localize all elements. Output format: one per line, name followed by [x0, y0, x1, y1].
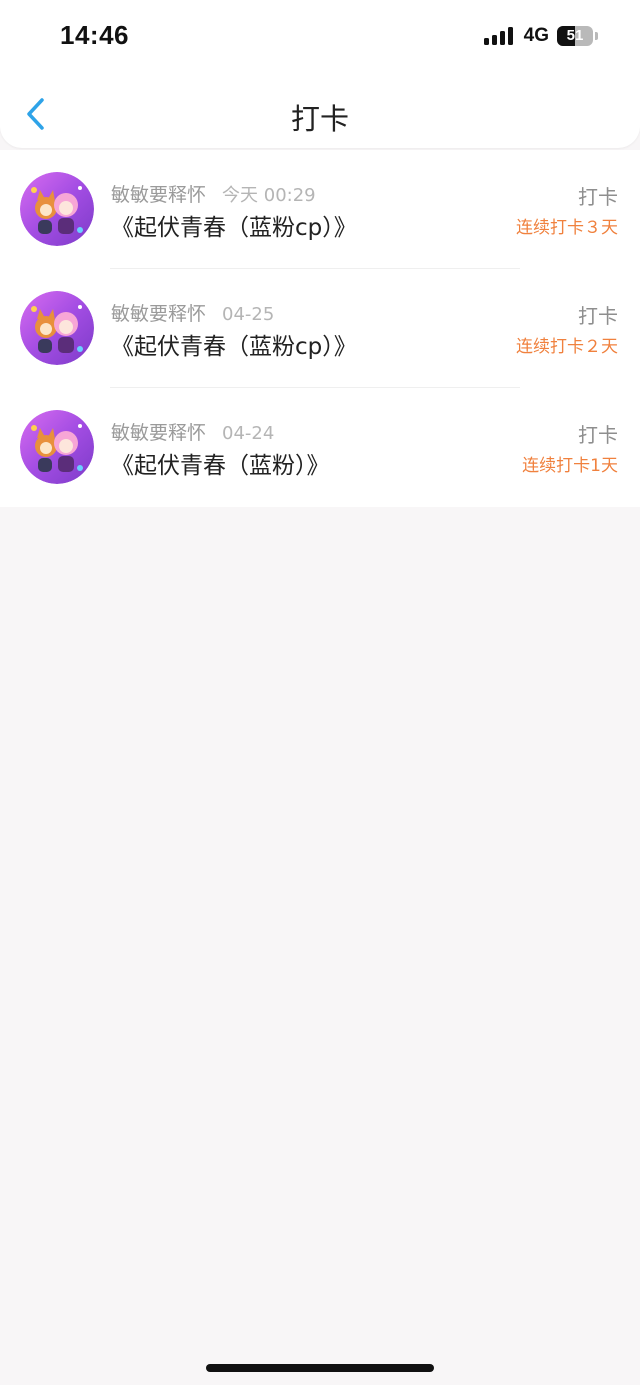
- avatar[interactable]: [20, 291, 94, 365]
- status-time: 14:46: [60, 20, 129, 50]
- status-indicators: 4G 51: [483, 24, 598, 48]
- home-indicator[interactable]: [206, 1364, 434, 1372]
- streak-label: 连续打卡1天: [522, 456, 618, 476]
- battery-cap: [595, 32, 598, 40]
- battery-icon: 51: [557, 26, 593, 46]
- checkin-row[interactable]: 敏敏要释怀 今天 00:29 《起伏青春（蓝粉cp）》 打卡 连续打卡３天: [0, 150, 640, 269]
- book-title[interactable]: 《起伏青春（蓝粉cp）》: [111, 208, 357, 242]
- avatar[interactable]: [20, 410, 94, 484]
- checkin-meta: 敏敏要释怀 04-25: [111, 299, 274, 326]
- avatar[interactable]: [20, 172, 94, 246]
- checkin-row[interactable]: 敏敏要释怀 04-24 《起伏青春（蓝粉）》 打卡 连续打卡1天: [0, 388, 640, 507]
- book-title[interactable]: 《起伏青春（蓝粉cp）》: [111, 327, 357, 361]
- checkin-date: 04-24: [222, 423, 275, 444]
- author-name[interactable]: 敏敏要释怀: [111, 422, 206, 444]
- checkin-action-label: 打卡: [578, 304, 618, 328]
- signal-icon: [483, 27, 516, 45]
- author-name[interactable]: 敏敏要释怀: [111, 184, 206, 206]
- checkin-list: 敏敏要释怀 今天 00:29 《起伏青春（蓝粉cp）》 打卡 连续打卡３天 敏敏…: [0, 150, 640, 507]
- streak-label: 连续打卡３天: [516, 218, 618, 238]
- top-bar: 14:46 4G 51 打卡: [0, 0, 640, 148]
- checkin-date: 今天 00:29: [222, 185, 316, 206]
- checkin-row[interactable]: 敏敏要释怀 04-25 《起伏青春（蓝粉cp）》 打卡 连续打卡２天: [0, 269, 640, 388]
- network-type: 4G: [523, 25, 549, 46]
- checkin-meta: 敏敏要释怀 今天 00:29: [111, 180, 316, 207]
- book-title[interactable]: 《起伏青春（蓝粉）》: [111, 446, 330, 480]
- checkin-meta: 敏敏要释怀 04-24: [111, 418, 274, 445]
- checkin-action-label: 打卡: [578, 423, 618, 447]
- page-title: 打卡: [290, 102, 349, 136]
- checkin-date: 04-25: [222, 304, 275, 325]
- author-name[interactable]: 敏敏要释怀: [111, 303, 206, 325]
- checkin-action-label: 打卡: [578, 185, 618, 209]
- battery-level: 51: [566, 27, 584, 44]
- streak-label: 连续打卡２天: [516, 337, 618, 357]
